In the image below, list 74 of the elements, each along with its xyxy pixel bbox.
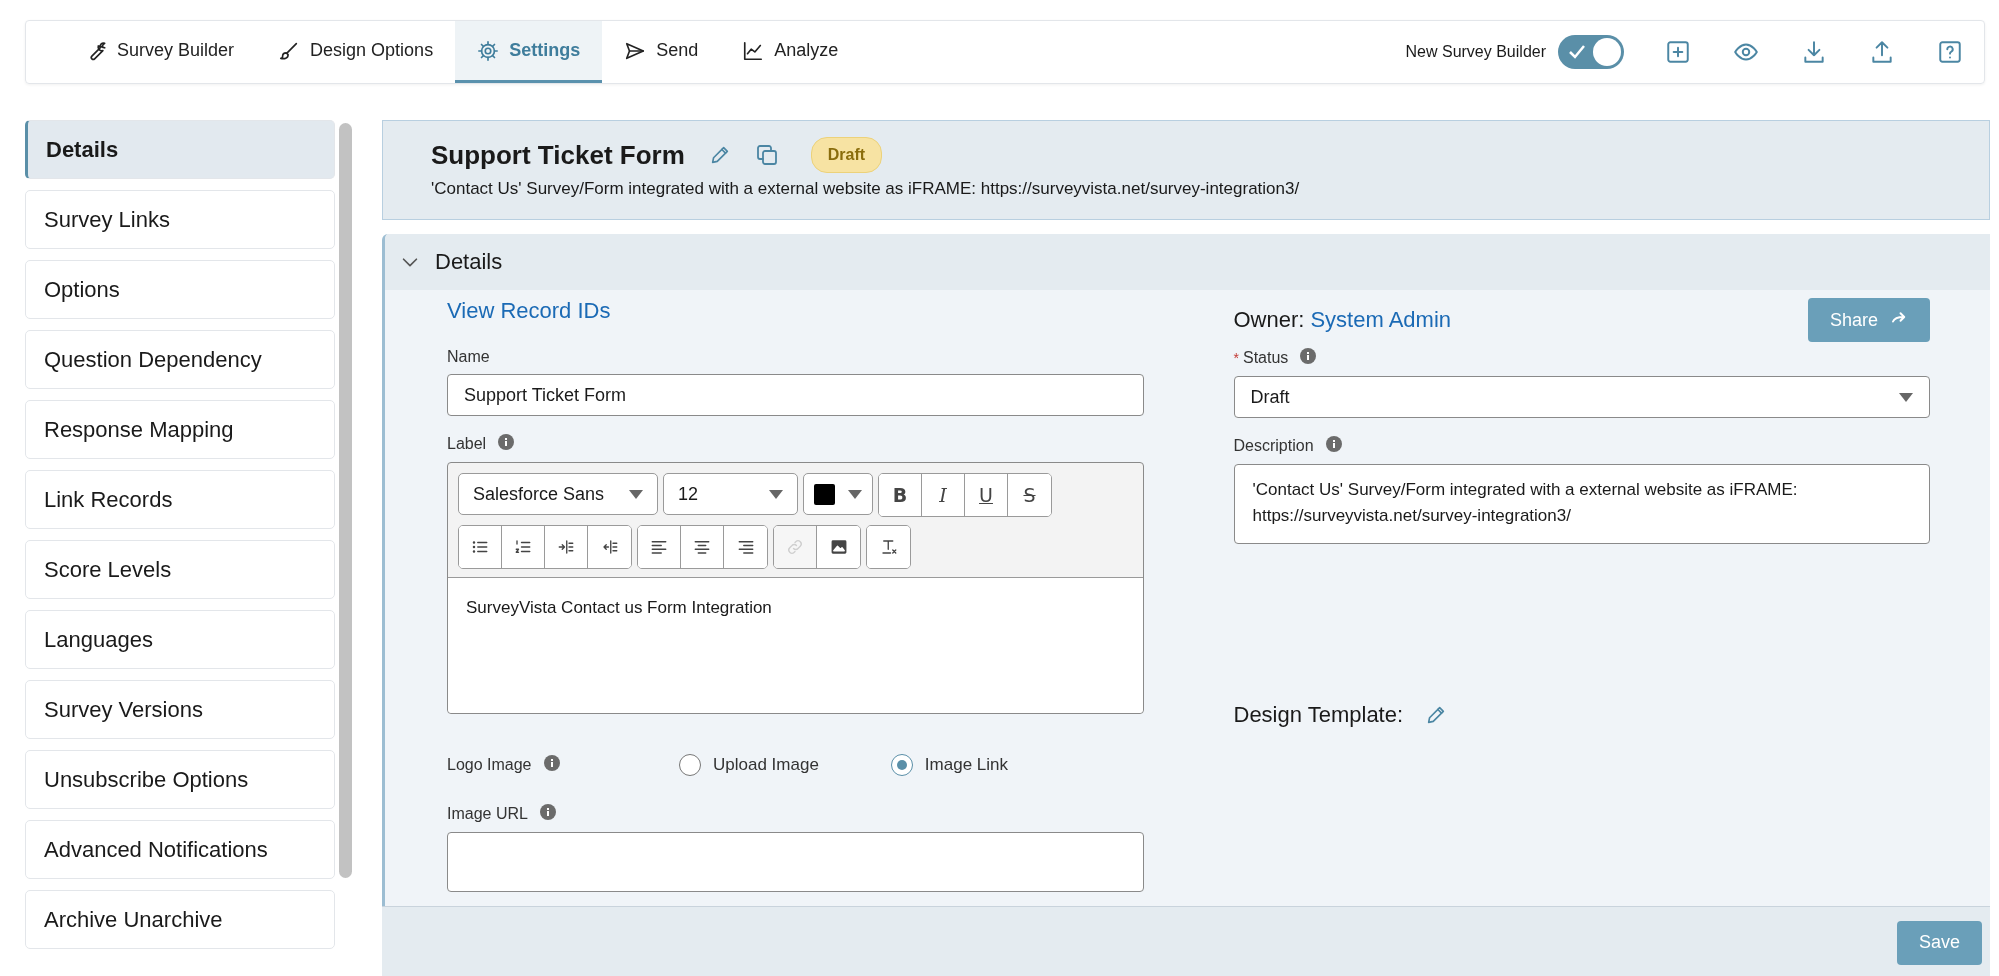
sidebar-item[interactable]: Languages bbox=[25, 610, 335, 669]
color-swatch-icon bbox=[814, 483, 835, 505]
toggle-switch[interactable] bbox=[1558, 35, 1624, 69]
required-mark: * bbox=[1233, 350, 1239, 366]
radio-button[interactable] bbox=[890, 754, 913, 776]
numbered-list-icon bbox=[514, 538, 532, 556]
toggle-label: New Survey Builder bbox=[1405, 43, 1546, 61]
outdent-icon bbox=[600, 538, 619, 556]
field-label: Description bbox=[1233, 437, 1314, 455]
nav-tab[interactable]: Settings bbox=[455, 21, 603, 83]
design-template-label: Design Template: bbox=[1233, 702, 1404, 728]
rich-text-area[interactable]: SurveyVista Contact us Form Integration bbox=[448, 577, 1143, 713]
bullets-button[interactable] bbox=[459, 526, 502, 568]
line-chart-icon bbox=[742, 39, 765, 62]
sidebar-item[interactable]: Question Dependency bbox=[25, 330, 335, 389]
sidebar-item[interactable]: Score Levels bbox=[25, 540, 335, 599]
upload-icon bbox=[1869, 39, 1895, 65]
field-label: Name bbox=[447, 348, 490, 366]
survey-title: Support Ticket Form bbox=[431, 139, 685, 171]
nav-tab[interactable]: Analyze bbox=[720, 21, 861, 83]
bold-button[interactable]: B bbox=[879, 474, 922, 516]
sidebar-item[interactable]: Unsubscribe Options bbox=[25, 750, 335, 809]
radio-option[interactable]: Image Link bbox=[890, 754, 1008, 776]
view-record-ids-link[interactable]: View Record IDs bbox=[447, 298, 611, 323]
copy-icon bbox=[754, 143, 779, 167]
field-label: Logo Image bbox=[447, 756, 532, 774]
align-left-icon bbox=[650, 538, 668, 556]
bulleted-list-icon bbox=[471, 538, 489, 556]
field-label: Label bbox=[447, 435, 487, 453]
clear-button[interactable] bbox=[867, 526, 910, 568]
sidebar-item[interactable]: Survey Links bbox=[25, 190, 335, 249]
nav-tab[interactable]: Survey Builder bbox=[63, 21, 257, 83]
image-icon bbox=[829, 538, 848, 556]
description-field[interactable]: 'Contact Us' Survey/Form integrated with a external website as iFRAME: https://surveyvista.net/survey-integration3/ bbox=[1233, 464, 1930, 544]
image-url-field[interactable] bbox=[447, 832, 1144, 892]
sidebar-item[interactable]: Details bbox=[25, 120, 335, 179]
gear-icon bbox=[477, 39, 500, 62]
checkmark-icon bbox=[1568, 44, 1586, 60]
survey-description: 'Contact Us' Survey/Form integrated with a external website as iFRAME: https://surveyvista.net/survey-integration3/ bbox=[431, 179, 1301, 199]
caret-icon bbox=[1899, 392, 1913, 402]
align-left-button[interactable] bbox=[638, 526, 681, 568]
sidebar-item[interactable]: Advanced Notifications bbox=[25, 820, 335, 879]
name-field[interactable]: Support Ticket Form bbox=[447, 374, 1144, 416]
sidebar-item[interactable]: Link Records bbox=[25, 470, 335, 529]
sidebar-item[interactable]: Survey Versions bbox=[25, 680, 335, 739]
section-header[interactable]: Details bbox=[385, 234, 1990, 290]
link-icon bbox=[786, 538, 804, 556]
download-icon bbox=[1801, 39, 1827, 65]
status-dropdown[interactable]: Draft bbox=[1233, 376, 1930, 418]
size-dropdown[interactable]: 12 bbox=[663, 473, 798, 515]
caret-icon bbox=[769, 489, 783, 499]
help-icon bbox=[1937, 39, 1963, 65]
caret-icon bbox=[848, 489, 862, 499]
sidebar-item[interactable]: Archive Unarchive bbox=[25, 890, 335, 949]
indent-icon bbox=[557, 538, 575, 556]
owner-label: Owner: bbox=[1233, 307, 1305, 333]
radio-option[interactable]: Upload Image bbox=[679, 754, 819, 776]
caret-icon bbox=[629, 489, 643, 499]
sidebar-item[interactable]: Options bbox=[25, 260, 335, 319]
align-center-icon bbox=[693, 538, 711, 556]
status-badge: Draft bbox=[810, 137, 883, 173]
nav-tab[interactable]: Send bbox=[602, 21, 721, 83]
scrollbar[interactable] bbox=[339, 123, 352, 878]
text-color-dropdown[interactable] bbox=[803, 473, 873, 515]
nav-tab[interactable]: Design Options bbox=[256, 21, 456, 83]
align-right-icon bbox=[736, 538, 755, 556]
add-icon bbox=[1665, 39, 1691, 65]
field-label: Status bbox=[1242, 349, 1289, 367]
owner-link[interactable]: System Admin bbox=[1310, 307, 1452, 333]
clear-format-icon bbox=[879, 538, 898, 556]
font-dropdown[interactable]: Salesforce Sans bbox=[458, 473, 658, 515]
radio-button[interactable] bbox=[679, 754, 701, 776]
sidebar-item[interactable]: Response Mapping bbox=[25, 400, 335, 459]
field-label: Image URL bbox=[447, 805, 528, 823]
